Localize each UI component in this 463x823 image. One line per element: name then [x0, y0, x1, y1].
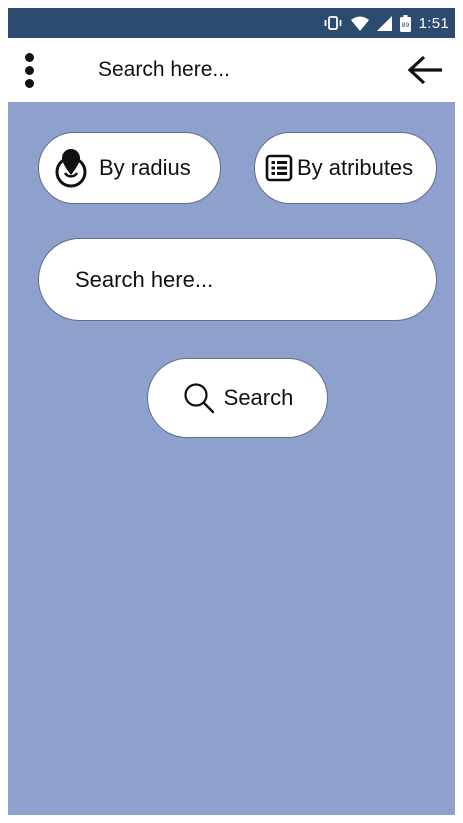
list-icon	[265, 154, 293, 182]
back-button[interactable]	[405, 52, 445, 88]
search-button-label: Search	[223, 385, 294, 410]
by-radius-button[interactable]: By radius	[38, 132, 221, 204]
main-search-input[interactable]	[38, 238, 437, 321]
signal-icon	[376, 15, 392, 31]
by-radius-label: By radius	[99, 155, 191, 180]
by-attributes-label: By atributes	[297, 155, 414, 180]
svg-text:89: 89	[401, 22, 409, 29]
battery-icon: 89	[399, 14, 411, 32]
arrow-back-icon	[407, 55, 442, 85]
search-icon	[184, 383, 214, 414]
top-app-bar	[8, 38, 455, 102]
location-radius-icon	[55, 149, 87, 188]
status-bar: 89 1:51	[8, 8, 455, 38]
by-attributes-button[interactable]: By atributes	[254, 132, 437, 204]
more-vert-icon-dot	[24, 78, 34, 88]
status-time: 1:51	[418, 14, 449, 32]
more-options-button[interactable]	[18, 50, 40, 90]
more-vert-icon	[24, 52, 34, 62]
top-search-input[interactable]	[98, 54, 398, 86]
app-screen: 89 1:51 By radius	[8, 8, 455, 815]
search-button[interactable]: Search	[147, 358, 328, 438]
more-vert-icon-dot	[24, 65, 34, 75]
vibrate-icon	[323, 15, 343, 31]
wifi-icon	[350, 16, 369, 31]
